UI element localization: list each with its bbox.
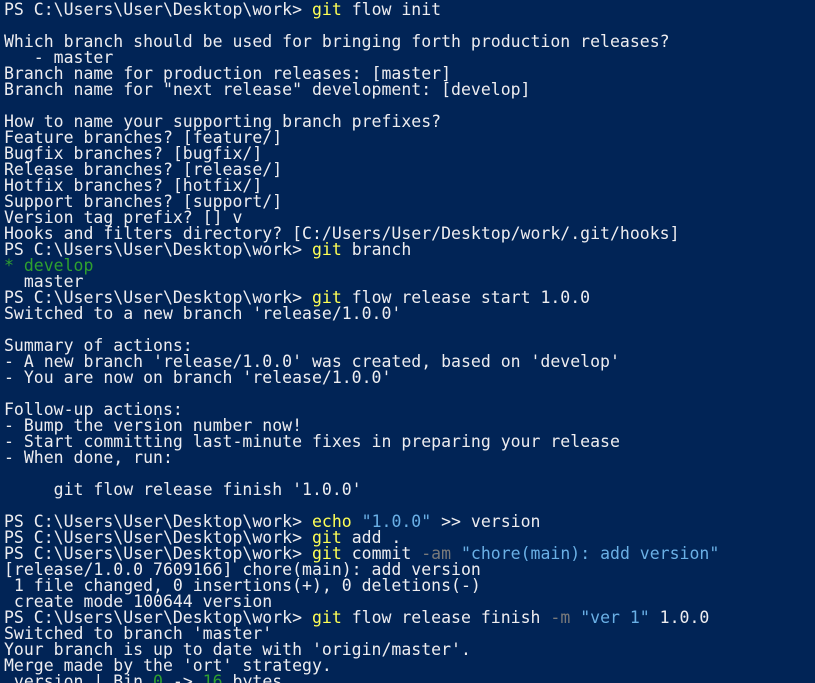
param-flag: -m bbox=[550, 608, 571, 627]
terminal-line: Switched to a new branch 'release/1.0.0' bbox=[4, 304, 815, 323]
command-name: git bbox=[311, 0, 342, 19]
output-text: Branch name for "next release" developme… bbox=[4, 80, 531, 99]
output-text: 1.0.0 bbox=[649, 608, 710, 627]
terminal-line: Branch name for "next release" developme… bbox=[4, 80, 815, 99]
terminal-line: version | Bin 0 -> 16 bytes bbox=[4, 672, 815, 683]
output-text: -> bbox=[162, 672, 203, 683]
output-text: >> version bbox=[431, 512, 541, 531]
output-text: bytes bbox=[222, 672, 283, 683]
terminal-line: git flow release finish '1.0.0' bbox=[4, 480, 815, 499]
terminal-line: PS C:\Users\User\Desktop\work> git branc… bbox=[4, 240, 815, 259]
terminal-window[interactable]: PS C:\Users\User\Desktop\work> git flow … bbox=[0, 0, 815, 683]
string-arg: "ver 1" bbox=[580, 608, 650, 627]
command-name: git bbox=[311, 608, 342, 627]
prompt-text: PS C:\Users\User\Desktop\work> bbox=[4, 0, 312, 19]
string-arg: "chore(main): add version" bbox=[461, 544, 720, 563]
command-name: git bbox=[311, 240, 342, 259]
output-text: flow init bbox=[341, 0, 442, 19]
output-text: - You are now on branch 'release/1.0.0' bbox=[4, 368, 392, 387]
terminal-line: * develop bbox=[4, 257, 815, 274]
highlight-text: 16 bbox=[202, 672, 223, 683]
output-text: flow release finish bbox=[341, 608, 551, 627]
output-text: branch bbox=[341, 240, 412, 259]
output-text: version | Bin bbox=[4, 672, 154, 683]
terminal-line: PS C:\Users\User\Desktop\work> git flow … bbox=[4, 0, 815, 19]
terminal-line: Which branch should be used for bringing… bbox=[4, 33, 815, 50]
highlight-text: 0 bbox=[153, 672, 163, 683]
terminal-line: - You are now on branch 'release/1.0.0' bbox=[4, 368, 815, 387]
output-text: git flow release finish '1.0.0' bbox=[4, 480, 362, 499]
output-text: Switched to a new branch 'release/1.0.0' bbox=[4, 304, 402, 323]
terminal-line: - When done, run: bbox=[4, 448, 815, 467]
output-text: - When done, run: bbox=[4, 448, 173, 467]
